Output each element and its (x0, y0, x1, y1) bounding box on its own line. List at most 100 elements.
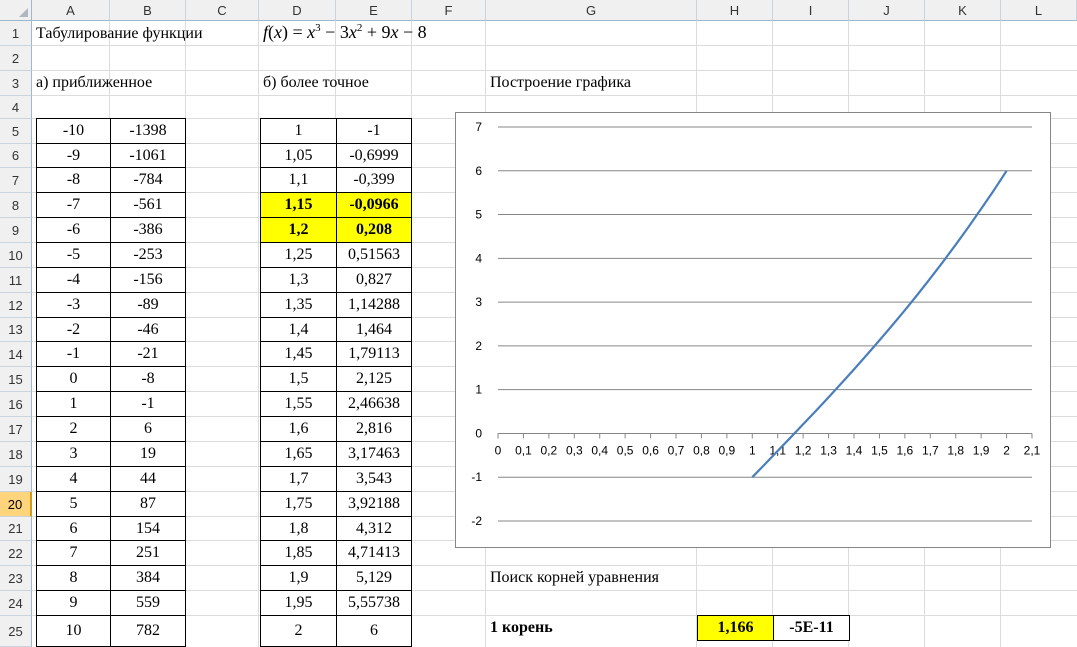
precise-cell[interactable]: 4,312 (336, 516, 412, 541)
precise-cell[interactable]: 2,816 (336, 416, 412, 442)
precise-cell[interactable]: 3,17463 (336, 441, 412, 467)
approx-cell[interactable]: -1061 (110, 143, 186, 168)
precise-cell[interactable]: 1,2 (260, 217, 337, 243)
approx-cell[interactable]: -9 (36, 143, 111, 168)
approx-cell[interactable]: 4 (36, 466, 111, 492)
precise-cell[interactable]: 1,45 (260, 341, 337, 367)
row-header-4[interactable]: 4 (0, 96, 32, 119)
cell-d1-formula[interactable]: f(x) = x3 − 3x2 + 9x − 8 (263, 22, 427, 43)
row-header-20[interactable]: 20 (0, 492, 32, 517)
approx-cell[interactable]: -10 (36, 118, 111, 144)
approx-cell[interactable]: -1398 (110, 118, 186, 144)
approx-cell[interactable]: 87 (110, 491, 186, 517)
cell-a1-title[interactable]: Табулирование функции (32, 22, 203, 46)
precise-cell[interactable]: 3,92188 (336, 491, 412, 517)
precise-cell[interactable]: 1,75 (260, 491, 337, 517)
row-header-22[interactable]: 22 (0, 541, 32, 566)
approx-cell[interactable]: -386 (110, 217, 186, 243)
precise-cell[interactable]: 3,543 (336, 466, 412, 492)
cell-g25-root-label[interactable]: 1 корень (486, 616, 553, 640)
approx-cell[interactable]: -3 (36, 292, 111, 318)
cell-d3-precise-header[interactable]: б) более точное (259, 71, 369, 95)
column-header-a[interactable]: A (32, 0, 110, 21)
cell-g3-chart-header[interactable]: Построение графика (486, 71, 631, 95)
precise-cell[interactable]: 1,79113 (336, 341, 412, 367)
row-header-25[interactable]: 25 (0, 616, 32, 647)
row-header-12[interactable]: 12 (0, 293, 32, 318)
precise-cell[interactable]: 1,1 (260, 167, 337, 193)
precise-cell[interactable]: 1,8 (260, 516, 337, 541)
column-header-f[interactable]: F (412, 0, 486, 21)
select-all-corner[interactable] (0, 0, 32, 21)
row-header-21[interactable]: 21 (0, 517, 32, 541)
row-header-6[interactable]: 6 (0, 144, 32, 168)
cell-h25-root-value[interactable]: 1,166 (697, 615, 774, 641)
precise-cell[interactable]: 1,65 (260, 441, 337, 467)
column-header-l[interactable]: L (1001, 0, 1077, 21)
row-header-23[interactable]: 23 (0, 566, 32, 591)
precise-cell[interactable]: -0,0966 (336, 192, 412, 218)
row-header-16[interactable]: 16 (0, 392, 32, 417)
row-header-14[interactable]: 14 (0, 342, 32, 367)
row-header-1[interactable]: 1 (0, 21, 32, 46)
approx-cell[interactable]: -253 (110, 242, 186, 268)
approx-cell[interactable]: 19 (110, 441, 186, 467)
approx-cell[interactable]: -5 (36, 242, 111, 268)
precise-cell[interactable]: -0,399 (336, 167, 412, 193)
approx-cell[interactable]: 6 (36, 516, 111, 541)
approx-cell[interactable]: 154 (110, 516, 186, 541)
cell-a3-approx-header[interactable]: а) приближенное (32, 71, 152, 95)
precise-cell[interactable]: 1,3 (260, 267, 337, 293)
column-header-i[interactable]: I (773, 0, 849, 21)
row-header-18[interactable]: 18 (0, 442, 32, 467)
precise-cell[interactable]: 4,71413 (336, 540, 412, 566)
precise-cell[interactable]: 1,25 (260, 242, 337, 268)
precise-cell[interactable]: 1,85 (260, 540, 337, 566)
approx-cell[interactable]: -1 (110, 391, 186, 417)
approx-cell[interactable]: 6 (110, 416, 186, 442)
precise-cell[interactable]: 1,5 (260, 366, 337, 392)
chart-area[interactable]: -2 -1 0 1 2 3 4 5 6 7 0 0,1 0,2 0,3 0,4 0,5 0,6 0,7 0,8 0,9… (455, 112, 1051, 548)
approx-cell[interactable]: -784 (110, 167, 186, 193)
approx-cell[interactable]: 559 (110, 590, 186, 616)
precise-cell[interactable]: -0,6999 (336, 143, 412, 168)
approx-cell[interactable]: -6 (36, 217, 111, 243)
approx-cell[interactable]: 2 (36, 416, 111, 442)
approx-cell[interactable]: -4 (36, 267, 111, 293)
approx-cell[interactable]: 251 (110, 540, 186, 566)
row-header-19[interactable]: 19 (0, 467, 32, 492)
precise-cell[interactable]: 0,208 (336, 217, 412, 243)
approx-cell[interactable]: 384 (110, 565, 186, 591)
column-header-j[interactable]: J (849, 0, 925, 21)
approx-cell[interactable]: 3 (36, 441, 111, 467)
precise-cell[interactable]: 1,6 (260, 416, 337, 442)
row-header-5[interactable]: 5 (0, 119, 32, 144)
approx-cell[interactable]: 0 (36, 366, 111, 392)
precise-cell[interactable]: 5,55738 (336, 590, 412, 616)
approx-cell[interactable]: -7 (36, 192, 111, 218)
approx-cell[interactable]: -46 (110, 317, 186, 342)
cell-i25-root-residual[interactable]: -5E-11 (773, 615, 850, 641)
precise-cell[interactable]: 1,464 (336, 317, 412, 342)
column-header-d[interactable]: D (259, 0, 336, 21)
precise-cell[interactable]: 5,129 (336, 565, 412, 591)
precise-cell[interactable]: 1,14288 (336, 292, 412, 318)
precise-cell[interactable]: 1,05 (260, 143, 337, 168)
approx-cell[interactable]: 7 (36, 540, 111, 566)
column-header-h[interactable]: H (697, 0, 773, 21)
approx-cell[interactable]: 10 (36, 615, 111, 647)
precise-cell[interactable]: 6 (336, 615, 412, 647)
approx-cell[interactable]: -561 (110, 192, 186, 218)
precise-cell[interactable]: 1,4 (260, 317, 337, 342)
column-header-g[interactable]: G (486, 0, 697, 21)
row-header-8[interactable]: 8 (0, 193, 32, 218)
approx-cell[interactable]: -8 (36, 167, 111, 193)
precise-cell[interactable]: 0,51563 (336, 242, 412, 268)
column-header-c[interactable]: C (186, 0, 259, 21)
approx-cell[interactable]: -2 (36, 317, 111, 342)
column-header-k[interactable]: K (925, 0, 1001, 21)
precise-cell[interactable]: 2,46638 (336, 391, 412, 417)
approx-cell[interactable]: -1 (36, 341, 111, 367)
row-header-3[interactable]: 3 (0, 71, 32, 96)
precise-cell[interactable]: 1,9 (260, 565, 337, 591)
